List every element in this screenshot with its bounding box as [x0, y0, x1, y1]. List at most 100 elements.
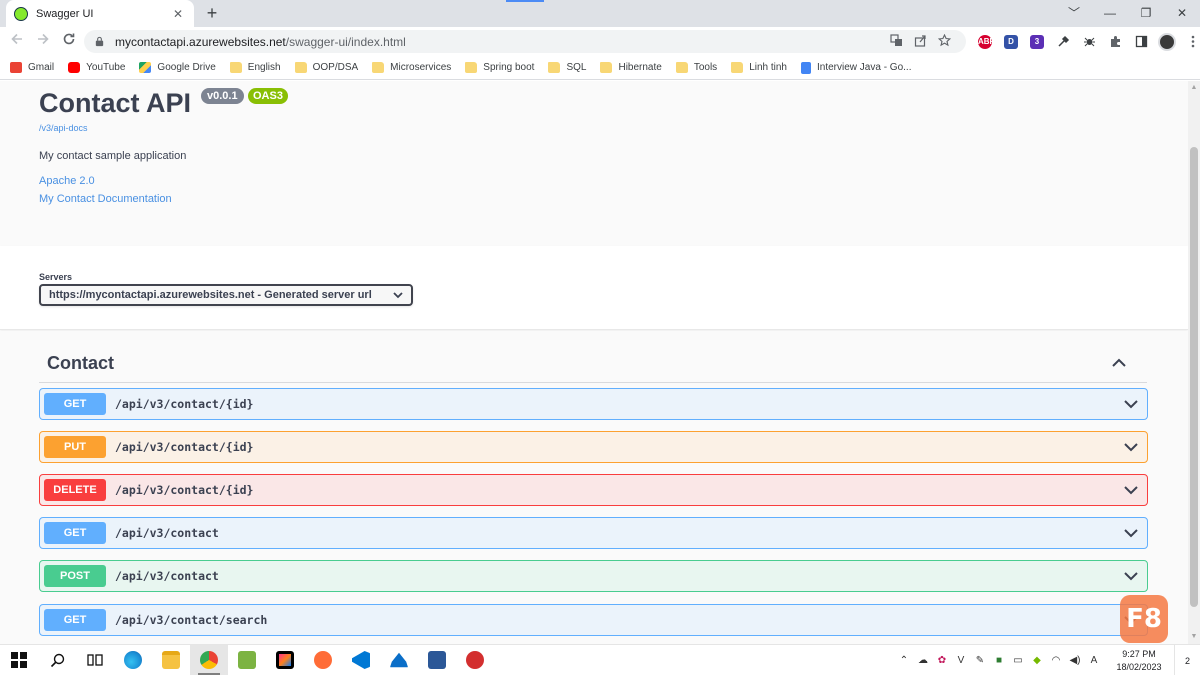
taskbar-clock[interactable]: 9:27 PM 18/02/2023	[1108, 648, 1170, 674]
google-drive-icon	[139, 62, 152, 73]
chevron-down-icon[interactable]	[1123, 398, 1139, 410]
operation-path: /api/v3/contact/search	[115, 613, 268, 627]
share-icon[interactable]	[908, 34, 932, 50]
ssms-icon	[428, 651, 446, 669]
taskbar-vscode[interactable]	[342, 645, 380, 675]
tab-search-icon[interactable]: ﹀	[1056, 0, 1092, 27]
reload-button[interactable]	[56, 29, 82, 55]
nvidia-icon[interactable]: ◆	[1028, 655, 1046, 666]
method-badge: GET	[44, 609, 106, 631]
operation-put-contact-by-id[interactable]: PUT /api/v3/contact/{id}	[39, 431, 1148, 463]
folder-icon	[162, 651, 180, 669]
chevron-down-icon[interactable]	[1123, 441, 1139, 453]
forward-button[interactable]	[30, 29, 56, 55]
taskbar-git-tool[interactable]	[456, 645, 494, 675]
chevron-up-icon[interactable]	[1111, 355, 1127, 369]
adblock-extension-icon[interactable]: ABP	[972, 29, 998, 55]
pen-icon[interactable]: ✎	[971, 655, 989, 666]
windows-logo-icon	[11, 652, 27, 668]
server-select[interactable]: https://mycontactapi.azurewebsites.net -…	[39, 284, 413, 306]
task-view-button[interactable]	[76, 645, 114, 675]
flower-icon[interactable]: ✿	[933, 655, 951, 666]
taskbar-intellij[interactable]	[266, 645, 304, 675]
back-button[interactable]	[4, 29, 30, 55]
dashlane-extension-icon[interactable]: D	[998, 29, 1024, 55]
minimize-button[interactable]: —	[1092, 0, 1128, 27]
close-tab-icon[interactable]: ✕	[170, 7, 186, 21]
bookmark-google-drive[interactable]: Google Drive	[139, 62, 216, 73]
bookmark-english[interactable]: English	[229, 62, 281, 73]
method-badge: PUT	[44, 436, 106, 458]
chrome-menu-icon[interactable]	[1180, 29, 1200, 55]
chevron-down-icon[interactable]	[1123, 484, 1139, 496]
operation-get-contact-search[interactable]: GET /api/v3/contact/search	[39, 604, 1148, 636]
url-text[interactable]: mycontactapi.azurewebsites.net/swagger-u…	[115, 35, 884, 49]
eyedropper-extension-icon[interactable]	[1050, 29, 1076, 55]
page-scrollbar[interactable]: ▲ ▼	[1188, 81, 1200, 644]
scrollbar-thumb[interactable]	[1190, 147, 1198, 607]
shield-icon[interactable]: ■	[990, 655, 1008, 666]
wifi-icon[interactable]: ◠	[1047, 655, 1065, 666]
bookmark-interview-java[interactable]: Interview Java - Go...	[801, 61, 911, 74]
bookmark-star-icon[interactable]	[932, 33, 956, 50]
youtube-icon	[68, 62, 81, 73]
battery-icon[interactable]: ▭	[1009, 655, 1027, 666]
chevron-down-icon[interactable]	[1123, 527, 1139, 539]
taskbar-ssms[interactable]	[418, 645, 456, 675]
external-docs-link[interactable]: My Contact Documentation	[39, 193, 172, 205]
notepad-icon	[238, 651, 256, 669]
lock-icon[interactable]	[94, 36, 105, 47]
taskbar-search-button[interactable]	[38, 645, 76, 675]
bookmark-gmail[interactable]: Gmail	[10, 62, 54, 73]
operation-get-contacts[interactable]: GET /api/v3/contact	[39, 517, 1148, 549]
profile-avatar[interactable]	[1154, 29, 1180, 55]
notification-count: 2	[1184, 655, 1190, 666]
search-icon	[50, 653, 64, 667]
taskbar-postman[interactable]	[304, 645, 342, 675]
address-bar[interactable]: mycontactapi.azurewebsites.net/swagger-u…	[84, 30, 966, 53]
notification-center-button[interactable]: 2	[1174, 645, 1200, 675]
scroll-down-arrow-icon[interactable]: ▼	[1188, 630, 1200, 644]
side-panel-icon[interactable]	[1128, 29, 1154, 55]
edge-icon	[124, 651, 142, 669]
operation-get-contact-by-id[interactable]: GET /api/v3/contact/{id}	[39, 388, 1148, 420]
postman-icon	[314, 651, 332, 669]
taskbar-chrome[interactable]	[190, 644, 228, 675]
bookmark-youtube[interactable]: YouTube	[68, 62, 125, 73]
operation-delete-contact-by-id[interactable]: DELETE /api/v3/contact/{id}	[39, 474, 1148, 506]
bookmark-oop-dsa[interactable]: OOP/DSA	[294, 62, 358, 73]
taskbar-edge[interactable]	[114, 645, 152, 675]
license-link[interactable]: Apache 2.0	[39, 175, 95, 187]
onedrive-icon[interactable]: ☁	[914, 655, 932, 666]
bookmark-tools[interactable]: Tools	[675, 62, 717, 73]
taskbar-file-explorer[interactable]	[152, 645, 190, 675]
clock-date: 18/02/2023	[1116, 661, 1162, 672]
stack-extension-icon[interactable]: 3	[1024, 29, 1050, 55]
browser-tab[interactable]: Swagger UI ✕	[6, 0, 194, 27]
close-window-button[interactable]: ✕	[1164, 0, 1200, 27]
tray-expand-icon[interactable]: ⌃	[895, 655, 913, 666]
bookmark-spring-boot[interactable]: Spring boot	[465, 62, 534, 73]
new-tab-button[interactable]: +	[202, 3, 222, 23]
bookmark-linh-tinh[interactable]: Linh tinh	[731, 62, 787, 73]
bug-extension-icon[interactable]	[1076, 29, 1102, 55]
v-icon[interactable]: V	[952, 655, 970, 666]
volume-icon[interactable]: ◀)	[1066, 655, 1084, 666]
bookmark-sql[interactable]: SQL	[548, 62, 586, 73]
ime-icon[interactable]: A	[1085, 655, 1103, 666]
tag-header-contact[interactable]: Contact	[39, 349, 1147, 383]
active-indicator	[198, 672, 220, 675]
taskbar-notepad-plus-plus[interactable]	[228, 645, 266, 675]
api-docs-link[interactable]: /v3/api-docs	[39, 123, 88, 133]
scroll-up-arrow-icon[interactable]: ▲	[1188, 81, 1200, 95]
bookmark-hibernate[interactable]: Hibernate	[600, 62, 662, 73]
method-badge: GET	[44, 393, 106, 415]
bookmark-microservices[interactable]: Microservices	[372, 62, 451, 73]
puzzle-extensions-icon[interactable]	[1102, 29, 1128, 55]
chevron-down-icon[interactable]	[1123, 570, 1139, 582]
operation-post-contact[interactable]: POST /api/v3/contact	[39, 560, 1148, 592]
maximize-button[interactable]: ❐	[1128, 0, 1164, 27]
taskbar-azure-data-studio[interactable]	[380, 645, 418, 675]
translate-icon[interactable]	[884, 33, 908, 50]
start-button[interactable]	[0, 645, 38, 675]
